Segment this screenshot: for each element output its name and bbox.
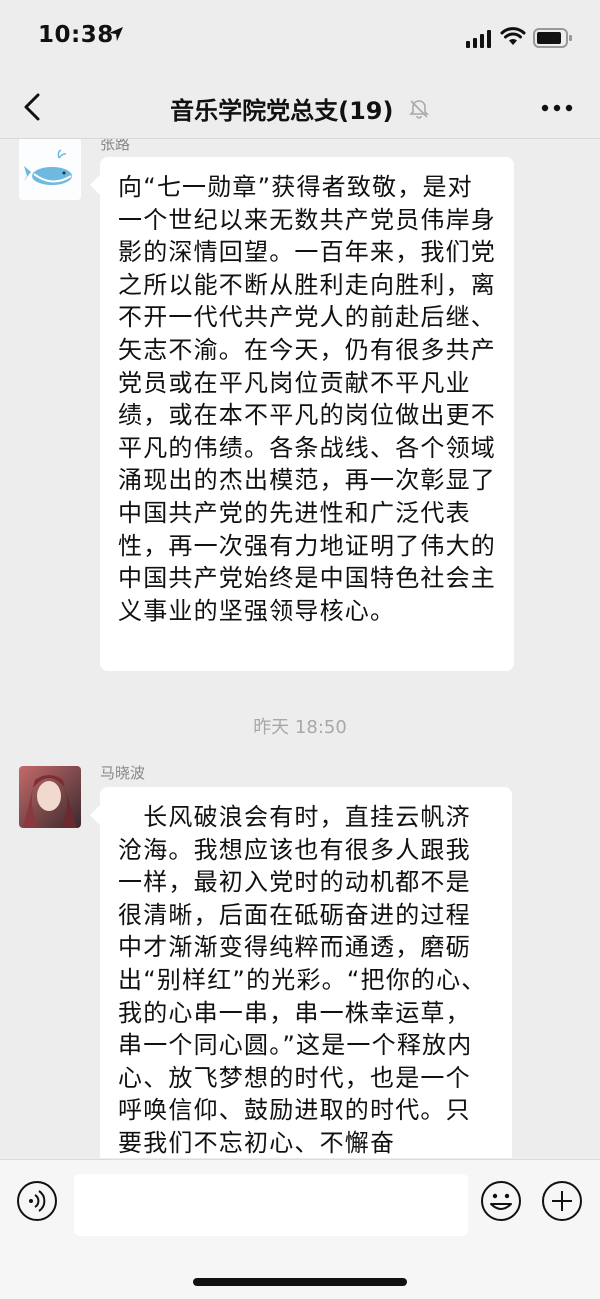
- bell-slash-icon: [408, 99, 429, 119]
- whale-avatar-image: [19, 139, 81, 200]
- chat-history[interactable]: 张路 向“七一勋章”获得者致敬，是对一个世纪以来无数共产党员伟岸身影的深情回望。…: [0, 139, 600, 1158]
- page-title: 音乐学院党总支(19): [0, 91, 600, 126]
- input-bar: [0, 1159, 600, 1299]
- status-time: 10:38: [38, 22, 114, 48]
- profile-photo: [19, 766, 81, 828]
- wifi-icon: [500, 27, 526, 45]
- message-bubble[interactable]: 长风破浪会有时，直挂云帆济沧海。我想应该也有很多人跟我一样，最初入党时的动机都不…: [90, 787, 512, 1158]
- message-bubble[interactable]: 向“七一勋章”获得者致敬，是对一个世纪以来无数共产党员伟岸身影的深情回望。一百年…: [90, 157, 514, 671]
- more-icon[interactable]: [540, 102, 574, 114]
- voice-icon[interactable]: [16, 1180, 58, 1222]
- home-indicator[interactable]: [193, 1278, 407, 1286]
- emoji-icon[interactable]: [480, 1180, 522, 1222]
- sender-name: 马晓波: [100, 764, 146, 782]
- status-bar: 10:38: [0, 0, 600, 76]
- message-input[interactable]: [74, 1174, 468, 1236]
- sender-name: 张路: [100, 139, 131, 153]
- avatar-zhanglu[interactable]: [19, 139, 81, 200]
- cellular-signal-icon: [466, 30, 491, 48]
- message-timestamp: 昨天 18:50: [253, 717, 347, 738]
- nav-bar: 音乐学院党总支(19): [0, 76, 600, 139]
- chat-title: 音乐学院党总支(19): [170, 97, 394, 125]
- battery-icon: [533, 28, 572, 48]
- location-arrow-icon: [109, 27, 123, 41]
- avatar-maxiaobo[interactable]: [19, 766, 81, 828]
- plus-icon[interactable]: [541, 1180, 583, 1222]
